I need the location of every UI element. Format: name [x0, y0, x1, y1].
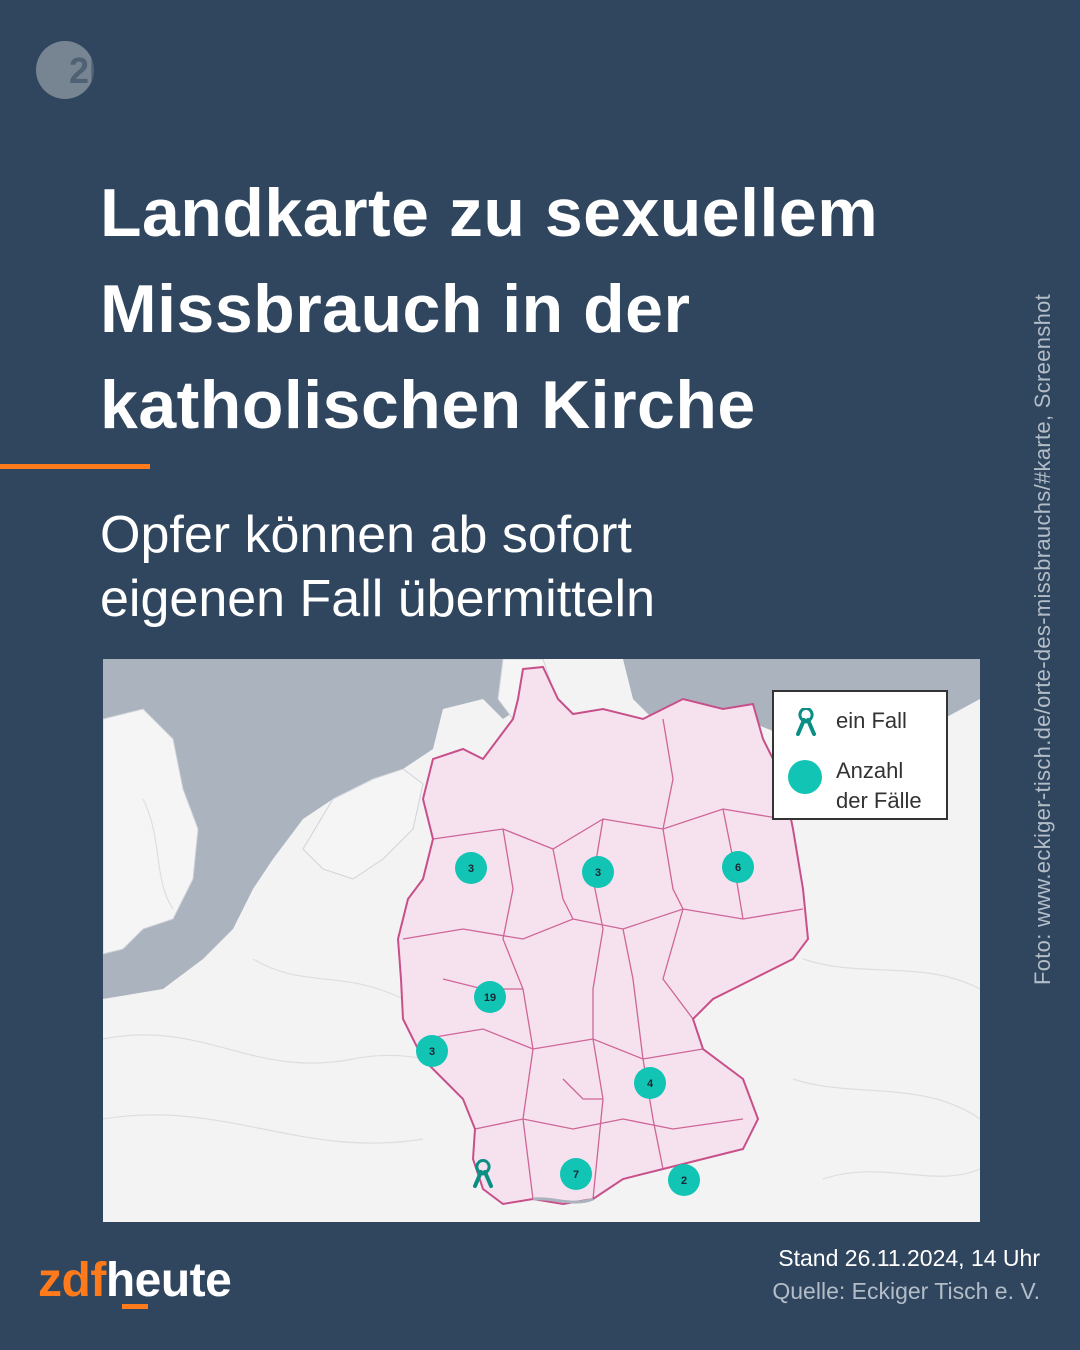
legend-single-case-label: ein Fall: [836, 708, 907, 733]
subtitle-line-2: eigenen Fall übermitteln: [100, 570, 655, 628]
page-subtitle: Opfer können ab sofort eigenen Fall über…: [100, 503, 1000, 631]
photo-credit: Foto: www.eckiger-tisch.de/orte-des-miss…: [1030, 293, 1055, 985]
marker-count: 3: [468, 863, 474, 875]
zdfheute-brand: zdfheute: [38, 1253, 232, 1308]
marker-count: 6: [735, 862, 741, 874]
case-marker: 3: [416, 1035, 448, 1067]
source: Quelle: Eckiger Tisch e. V.: [772, 1278, 1040, 1304]
case-marker: 19: [474, 981, 506, 1013]
footer-meta: Stand 26.11.2024, 14 Uhr Quelle: Eckiger…: [772, 1242, 1040, 1308]
case-marker: 2: [668, 1164, 700, 1196]
case-count-dot-icon: [788, 760, 822, 794]
title-line-2: Missbrauch in der: [100, 271, 691, 347]
map-legend: ein Fall Anzahl der Fälle: [772, 690, 948, 820]
marker-count: 7: [573, 1169, 579, 1181]
legend-count-line-2: der Fälle: [836, 788, 922, 813]
marker-count: 3: [429, 1046, 435, 1058]
subtitle-line-1: Opfer können ab sofort: [100, 506, 632, 564]
marker-count: 3: [595, 867, 601, 879]
accent-divider: [0, 464, 150, 469]
legend-count-line-1: Anzahl: [836, 758, 904, 783]
marker-count: 2: [681, 1175, 687, 1187]
case-marker: 7: [560, 1158, 592, 1190]
page-title: Landkarte zu sexuellem Missbrauch in der…: [100, 165, 1000, 453]
brand-zdf: zdf: [38, 1254, 106, 1307]
stand-date: Stand 26.11.2024, 14 Uhr: [778, 1245, 1040, 1271]
case-marker: 6: [722, 851, 754, 883]
brand-heute: heute: [105, 1254, 232, 1307]
case-marker: 3: [455, 852, 487, 884]
legend-count-label: Anzahl der Fälle: [836, 756, 922, 816]
awareness-ribbon-icon: [796, 708, 816, 736]
title-line-3: katholischen Kirche: [100, 367, 756, 443]
case-marker: 3: [582, 856, 614, 888]
abuse-map: 3 3 6 19 3 4 7 2 ein Fall Anzahl der Fäl…: [103, 659, 980, 1222]
title-line-1: Landkarte zu sexuellem: [100, 175, 879, 251]
case-marker: 4: [634, 1067, 666, 1099]
marker-count: 19: [484, 992, 496, 1004]
brand-underline: [122, 1304, 148, 1309]
zdf-logo-text: 2DF: [69, 50, 137, 91]
marker-count: 4: [647, 1078, 654, 1090]
zdf-logo-icon: 2DF: [35, 40, 145, 100]
